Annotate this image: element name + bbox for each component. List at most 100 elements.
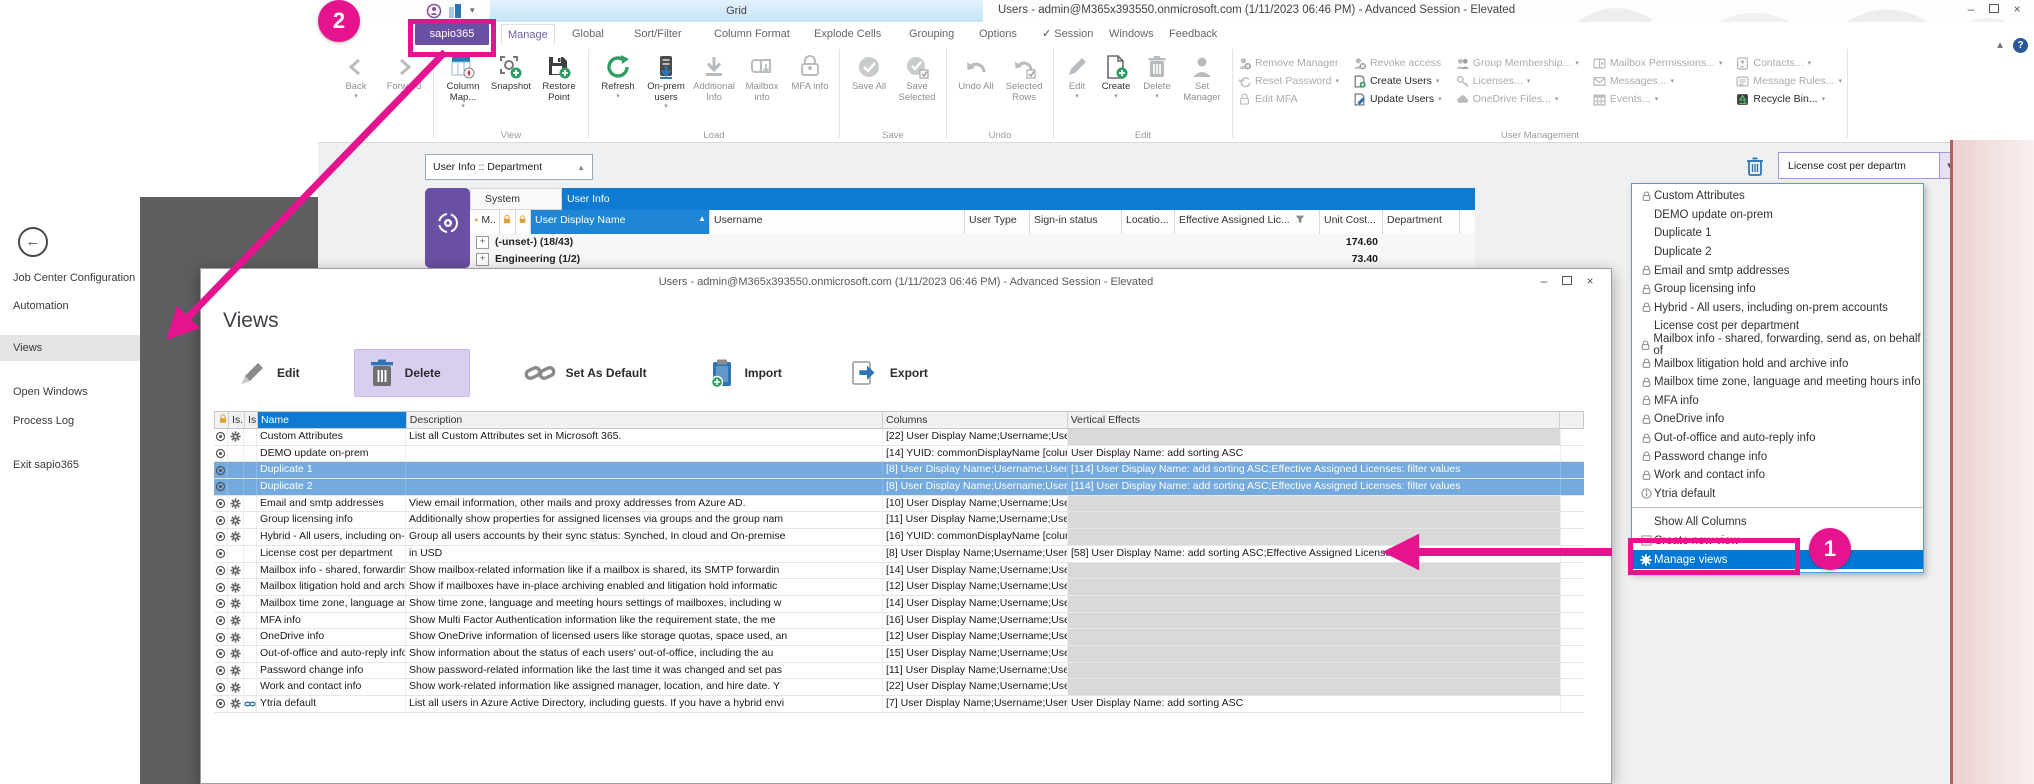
- save-all-button[interactable]: Save All: [845, 49, 893, 93]
- view-list-item[interactable]: Hybrid - All users, including on-prem ac…: [1632, 299, 1923, 318]
- grid-band-system[interactable]: System: [470, 188, 562, 210]
- radio-icon[interactable]: [215, 431, 226, 442]
- group-membership-button[interactable]: Group Membership... ▾: [1456, 54, 1579, 72]
- tab-sort-filter[interactable]: Sort/Filter: [628, 24, 688, 45]
- sidebar-item-automation[interactable]: Automation: [0, 293, 140, 319]
- view-row[interactable]: Custom Attributes List all Custom Attrib…: [214, 429, 1584, 446]
- restore-point-button[interactable]: Restore Point: [535, 49, 583, 103]
- view-list-item[interactable]: Mailbox time zone, language and meeting …: [1632, 373, 1923, 392]
- grid-group-row[interactable]: + (-unset-) (18/43) 174.60: [470, 234, 1475, 251]
- tab-global[interactable]: Global: [566, 24, 610, 45]
- collapse-ribbon-icon[interactable]: ▲: [1995, 40, 2005, 51]
- grid-column-department[interactable]: Department: [1383, 210, 1460, 234]
- view-row[interactable]: Out-of-office and auto-reply info Show i…: [214, 646, 1584, 663]
- view-row[interactable]: Duplicate 2 [8] User Display Name;Userna…: [214, 479, 1584, 496]
- sidebar-item-job-center-configuration[interactable]: Job Center Configuration: [0, 265, 140, 291]
- export-views-button[interactable]: Export: [836, 351, 942, 395]
- grid-column-user-display-name[interactable]: User Display Name▲: [531, 210, 710, 234]
- view-list-item[interactable]: Out-of-office and auto-reply info: [1632, 429, 1923, 448]
- tab-windows[interactable]: Windows: [1103, 24, 1160, 45]
- column-map-button[interactable]: Column Map...▾: [439, 49, 487, 110]
- tab-session[interactable]: ✓ Session: [1036, 24, 1099, 45]
- view-row[interactable]: Duplicate 1 [8] User Display Name;Userna…: [214, 462, 1584, 479]
- view-selector[interactable]: License cost per departm ▼: [1778, 152, 1960, 179]
- radio-icon[interactable]: [215, 565, 226, 576]
- tab-explode-cells[interactable]: Explode Cells: [808, 24, 887, 45]
- radio-icon[interactable]: [215, 615, 226, 626]
- radio-icon[interactable]: [215, 665, 226, 676]
- delete-view-icon[interactable]: [1745, 155, 1765, 177]
- view-row[interactable]: Mailbox info - shared, forwarding, send …: [214, 563, 1584, 580]
- grid-column-location[interactable]: Locatio...: [1122, 210, 1175, 234]
- message-rules-button[interactable]: Message Rules... ▾: [1736, 72, 1842, 90]
- view-row[interactable]: Password change info Show password-relat…: [214, 663, 1584, 680]
- onedrive-files-button[interactable]: OneDrive Files... ▾: [1456, 90, 1579, 108]
- reset-password-button[interactable]: **Reset Password ▾: [1238, 72, 1339, 90]
- view-row[interactable]: Hybrid - All users, including on-prem ac…: [214, 529, 1584, 546]
- messages-button[interactable]: Messages... ▾: [1593, 72, 1723, 90]
- radio-icon[interactable]: [215, 498, 226, 509]
- collapse-groups-icon[interactable]: ▲: [577, 163, 592, 172]
- view-list-item[interactable]: Duplicate 2: [1632, 243, 1923, 262]
- onprem-users-button[interactable]: On-prem users▾: [642, 49, 690, 110]
- grid-window-icon[interactable]: [448, 3, 463, 19]
- edit-button[interactable]: Edit▾: [1059, 49, 1095, 100]
- qat-customize-icon[interactable]: ▾: [470, 5, 475, 16]
- grid-column-username[interactable]: Username: [710, 210, 965, 234]
- dialog-minimize-button[interactable]: –: [1537, 275, 1551, 289]
- mailbox-permissions-button[interactable]: Mailbox Permissions... ▾: [1593, 54, 1723, 72]
- view-row[interactable]: DEMO update on-prem [14] YUID: commonDis…: [214, 446, 1584, 463]
- grid-column-unit-cost[interactable]: Unit Cost...: [1320, 210, 1383, 234]
- remove-manager-button[interactable]: Remove Manager: [1238, 54, 1339, 72]
- grid-band-user-info[interactable]: User Info: [562, 188, 1475, 210]
- radio-icon[interactable]: [215, 632, 226, 643]
- grid-lock2-column-header[interactable]: [500, 210, 516, 234]
- create-users-button[interactable]: Create Users ▾: [1353, 72, 1442, 90]
- radio-icon[interactable]: [215, 648, 226, 659]
- tab-feedback[interactable]: Feedback: [1163, 24, 1223, 45]
- view-list-item[interactable]: DEMO update on-prem: [1632, 206, 1923, 225]
- view-row[interactable]: OneDrive info Show OneDrive information …: [214, 629, 1584, 646]
- recycle-bin-button[interactable]: Recycle Bin... ▾: [1736, 90, 1842, 108]
- close-button[interactable]: ×: [2010, 3, 2024, 17]
- revoke-access-button[interactable]: Revoke access: [1353, 54, 1442, 72]
- mailbox-info-button[interactable]: Mailbox info: [738, 49, 786, 103]
- sidebar-item-exit-sapio365[interactable]: Exit sapio365: [0, 452, 140, 478]
- grouping-selector[interactable]: User Info :: Department▲: [425, 154, 593, 180]
- radio-icon[interactable]: [215, 481, 226, 492]
- view-row[interactable]: Mailbox time zone, language and meeti Sh…: [214, 596, 1584, 613]
- back-button[interactable]: Back▾: [332, 49, 380, 100]
- view-list-item[interactable]: Custom Attributes: [1632, 187, 1923, 206]
- grid-lock3-column-header[interactable]: [516, 210, 531, 234]
- radio-icon[interactable]: [215, 598, 226, 609]
- radio-icon[interactable]: [215, 465, 226, 476]
- dialog-restore-button[interactable]: [1560, 275, 1574, 289]
- vertical-effects-column-header[interactable]: Vertical Effects: [1068, 412, 1560, 428]
- radio-icon[interactable]: [215, 682, 226, 693]
- show-all-columns-item[interactable]: Show All Columns: [1632, 512, 1923, 531]
- radio-icon[interactable]: [215, 548, 226, 559]
- grid-column-effective-assigned-licenses[interactable]: Effective Assigned Lic...: [1175, 210, 1320, 234]
- tab-manage[interactable]: Manage: [501, 24, 555, 46]
- view-list-item[interactable]: Ytria default: [1632, 485, 1923, 504]
- grid-menu-icon[interactable]: [425, 188, 470, 268]
- view-row[interactable]: Email and smtp addresses View email info…: [214, 496, 1584, 513]
- view-row[interactable]: Work and contact info Show work-related …: [214, 679, 1584, 696]
- is2-column-header[interactable]: Is...: [245, 412, 258, 428]
- create-button[interactable]: Create▾: [1095, 49, 1137, 100]
- radio-icon[interactable]: [215, 531, 226, 542]
- snapshot-button[interactable]: Snapshot: [487, 49, 535, 93]
- is-column-header[interactable]: Is...: [229, 412, 245, 428]
- view-list-item[interactable]: Work and contact info: [1632, 466, 1923, 485]
- expand-icon[interactable]: +: [476, 253, 489, 266]
- description-column-header[interactable]: Description: [407, 412, 883, 428]
- view-row[interactable]: Group licensing info Additionally show p…: [214, 512, 1584, 529]
- radio-icon[interactable]: [215, 515, 226, 526]
- sidebar-item-views[interactable]: Views: [0, 335, 140, 361]
- tab-grouping[interactable]: Grouping: [903, 24, 960, 45]
- view-list-item[interactable]: MFA info: [1632, 392, 1923, 411]
- view-row[interactable]: Ytria default List all users in Azure Ac…: [214, 696, 1584, 713]
- set-as-default-button[interactable]: Set As Default: [510, 352, 661, 394]
- minimize-button[interactable]: –: [1964, 3, 1978, 17]
- view-list-item[interactable]: Duplicate 1: [1632, 224, 1923, 243]
